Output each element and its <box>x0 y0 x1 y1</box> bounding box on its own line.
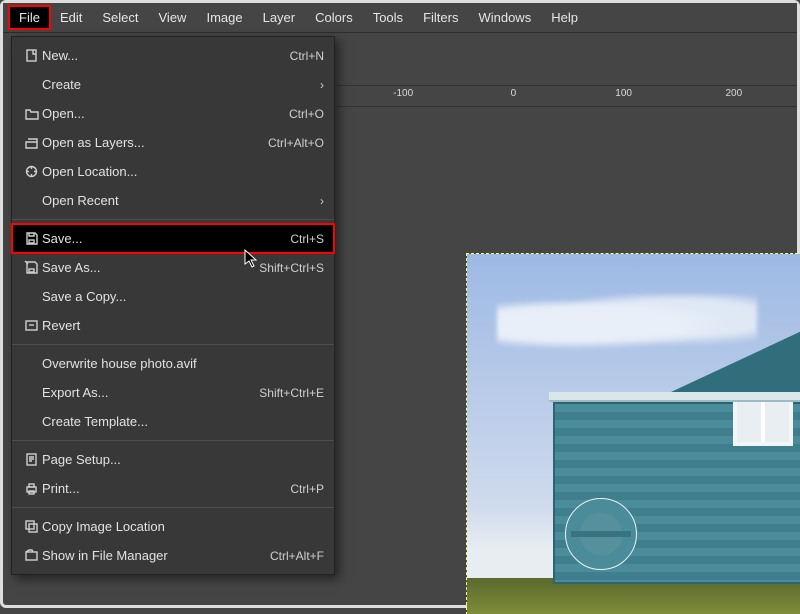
menu-item-page-setup[interactable]: Page Setup... <box>12 445 334 474</box>
menu-item-new[interactable]: New...Ctrl+N <box>12 41 334 70</box>
ruler-tick: 100 <box>615 88 632 99</box>
menu-item-label: Revert <box>42 318 324 333</box>
menu-image[interactable]: Image <box>196 6 252 29</box>
chevron-right-icon: › <box>314 78 324 92</box>
house <box>553 374 800 584</box>
menu-item-shortcut: Ctrl+Alt+O <box>258 136 324 150</box>
menu-item-label: Overwrite house photo.avif <box>42 356 324 371</box>
ruler-ticks: -100 0 100 200 <box>337 86 797 106</box>
menu-separator <box>12 344 334 345</box>
menu-item-label: Create Template... <box>42 414 324 429</box>
revert-icon <box>20 318 42 333</box>
ruler-tick: 200 <box>726 88 743 99</box>
menu-item-label: Save As... <box>42 260 249 275</box>
menu-item-label: Show in File Manager <box>42 548 260 563</box>
file-manager-icon <box>20 548 42 563</box>
open-layers-icon <box>20 135 42 150</box>
house-eave <box>549 392 800 402</box>
menu-item-label: Open... <box>42 106 279 121</box>
menu-item-open-recent[interactable]: Open Recent› <box>12 186 334 215</box>
menu-edit[interactable]: Edit <box>50 6 92 29</box>
menu-item-show-in-file-manager[interactable]: Show in File ManagerCtrl+Alt+F <box>12 541 334 570</box>
page-setup-icon <box>20 452 42 467</box>
menu-item-print[interactable]: Print...Ctrl+P <box>12 474 334 503</box>
chevron-right-icon: › <box>314 194 324 208</box>
print-icon <box>20 481 42 496</box>
menu-item-label: New... <box>42 48 280 63</box>
canvas-area[interactable] <box>337 107 797 605</box>
menu-item-shortcut: Ctrl+S <box>280 232 324 246</box>
menu-item-label: Print... <box>42 481 280 496</box>
new-icon <box>20 48 42 63</box>
menu-tools[interactable]: Tools <box>363 6 413 29</box>
menu-item-open[interactable]: Open...Ctrl+O <box>12 99 334 128</box>
house-roof <box>671 322 800 392</box>
menu-item-export-as[interactable]: Export As...Shift+Ctrl+E <box>12 378 334 407</box>
menu-item-create-template[interactable]: Create Template... <box>12 407 334 436</box>
menu-separator <box>12 507 334 508</box>
menu-separator <box>12 440 334 441</box>
menu-item-shortcut: Ctrl+Alt+F <box>260 549 324 563</box>
house-wall <box>553 402 800 584</box>
house-window <box>733 398 793 446</box>
image-selection[interactable] <box>467 254 800 614</box>
menu-item-label: Save... <box>42 231 280 246</box>
menu-item-label: Open as Layers... <box>42 135 258 150</box>
ruler-tick: 0 <box>511 88 517 99</box>
menu-item-label: Open Location... <box>42 164 324 179</box>
menu-item-label: Create <box>42 77 314 92</box>
menu-item-label: Open Recent <box>42 193 314 208</box>
menu-item-shortcut: Ctrl+P <box>280 482 324 496</box>
menu-item-label: Copy Image Location <box>42 519 324 534</box>
ruler-tick: -100 <box>393 88 413 99</box>
menu-item-shortcut: Ctrl+N <box>280 49 324 63</box>
menu-filters[interactable]: Filters <box>413 6 468 29</box>
menu-item-shortcut: Ctrl+O <box>279 107 324 121</box>
copy-loc-icon <box>20 519 42 534</box>
menu-windows[interactable]: Windows <box>468 6 541 29</box>
file-menu-dropdown: New...Ctrl+NCreate›Open...Ctrl+OOpen as … <box>11 36 335 575</box>
open-icon <box>20 106 42 121</box>
horizontal-ruler: -100 0 100 200 <box>337 85 797 107</box>
menu-item-open-location[interactable]: Open Location... <box>12 157 334 186</box>
save-as-icon <box>20 260 42 275</box>
save-icon <box>20 231 42 246</box>
location-icon <box>20 164 42 179</box>
menu-view[interactable]: View <box>149 6 197 29</box>
menu-item-copy-image-location[interactable]: Copy Image Location <box>12 512 334 541</box>
menu-item-label: Export As... <box>42 385 249 400</box>
menu-item-save-a-copy[interactable]: Save a Copy... <box>12 282 334 311</box>
menu-colors[interactable]: Colors <box>305 6 363 29</box>
menu-item-shortcut: Shift+Ctrl+E <box>249 386 324 400</box>
menu-separator <box>12 219 334 220</box>
menu-item-save-as[interactable]: Save As...Shift+Ctrl+S <box>12 253 334 282</box>
menu-item-save[interactable]: Save...Ctrl+S <box>12 224 334 253</box>
house-vent <box>565 498 637 570</box>
menu-item-shortcut: Shift+Ctrl+S <box>249 261 324 275</box>
menu-item-label: Save a Copy... <box>42 289 324 304</box>
menu-select[interactable]: Select <box>92 6 148 29</box>
menu-item-label: Page Setup... <box>42 452 324 467</box>
menu-help[interactable]: Help <box>541 6 588 29</box>
menubar: FileEditSelectViewImageLayerColorsToolsF… <box>3 3 797 33</box>
menu-item-revert[interactable]: Revert <box>12 311 334 340</box>
menu-layer[interactable]: Layer <box>253 6 306 29</box>
menu-file[interactable]: File <box>9 6 50 29</box>
menu-item-overwrite-house-photo-avif[interactable]: Overwrite house photo.avif <box>12 349 334 378</box>
menu-item-create[interactable]: Create› <box>12 70 334 99</box>
menu-item-open-as-layers[interactable]: Open as Layers...Ctrl+Alt+O <box>12 128 334 157</box>
